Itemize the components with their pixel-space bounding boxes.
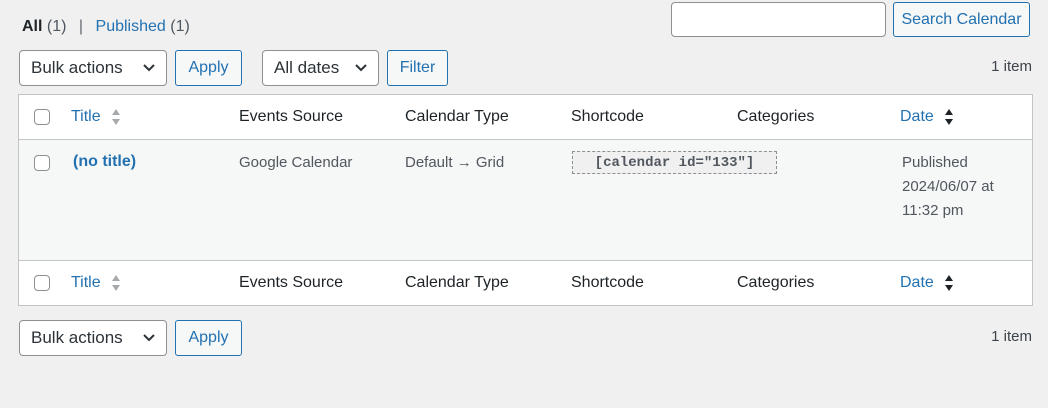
chevron-down-icon bbox=[355, 64, 367, 72]
date-value: 2024/06/07 at bbox=[902, 178, 994, 195]
column-title-header[interactable]: Title bbox=[71, 108, 121, 126]
sort-icon bbox=[945, 109, 954, 125]
events-source-cell: Google Calendar bbox=[239, 154, 353, 171]
column-shortcode-footer: Shortcode bbox=[571, 274, 644, 291]
calendar-type-cell: Default → Grid bbox=[405, 154, 505, 171]
view-all-link[interactable]: All bbox=[22, 18, 42, 35]
column-date-header[interactable]: Date bbox=[900, 108, 954, 126]
column-categories-header: Categories bbox=[737, 108, 815, 125]
column-categories-footer: Categories bbox=[737, 274, 815, 291]
column-shortcode-header: Shortcode bbox=[571, 108, 644, 125]
chevron-down-icon bbox=[143, 64, 155, 72]
bulk-actions-select-bottom[interactable]: Bulk actions bbox=[19, 320, 167, 356]
column-events-source-footer: Events Source bbox=[239, 274, 344, 291]
row-checkbox[interactable] bbox=[34, 155, 50, 171]
apply-button-top[interactable]: Apply bbox=[175, 50, 242, 86]
view-separator: | bbox=[78, 18, 84, 35]
column-calendar-type-footer: Calendar Type bbox=[405, 274, 509, 291]
apply-button-bottom[interactable]: Apply bbox=[175, 320, 242, 356]
shortcode-code[interactable]: [calendar id="133"] bbox=[572, 151, 777, 174]
column-events-source-header: Events Source bbox=[239, 108, 344, 125]
date-cell: Published 2024/06/07 at 11:32 pm bbox=[902, 151, 994, 223]
bulk-actions-label: Bulk actions bbox=[31, 328, 123, 347]
table-row: (no title) Google Calendar Default → Gri… bbox=[19, 140, 1032, 260]
column-calendar-type-header: Calendar Type bbox=[405, 108, 509, 125]
status-filter-links: All (1) | Published (1) bbox=[22, 18, 190, 36]
items-count-top: 1 item bbox=[991, 58, 1032, 75]
column-title-footer[interactable]: Title bbox=[71, 274, 121, 292]
bulk-actions-label: Bulk actions bbox=[31, 58, 123, 77]
select-all-checkbox[interactable] bbox=[34, 109, 50, 125]
sort-icon bbox=[112, 275, 121, 291]
filter-button[interactable]: Filter bbox=[387, 50, 448, 86]
table-header-row: Title Events Source Calendar Type Shortc… bbox=[19, 95, 1032, 140]
chevron-down-icon bbox=[143, 334, 155, 342]
sort-icon bbox=[945, 275, 954, 291]
column-title-label: Title bbox=[71, 274, 101, 292]
date-filter-label: All dates bbox=[274, 58, 340, 77]
view-published-count: (1) bbox=[170, 18, 190, 35]
view-all-count: (1) bbox=[46, 18, 67, 35]
column-date-footer[interactable]: Date bbox=[900, 274, 954, 292]
view-published-link[interactable]: Published bbox=[96, 18, 166, 35]
date-status: Published bbox=[902, 154, 968, 171]
search-calendar-button[interactable]: Search Calendar bbox=[893, 2, 1030, 37]
sort-icon bbox=[112, 109, 121, 125]
calendar-list-table: Title Events Source Calendar Type Shortc… bbox=[18, 94, 1033, 306]
bulk-actions-select-top[interactable]: Bulk actions bbox=[19, 50, 167, 86]
column-title-label: Title bbox=[71, 108, 101, 126]
select-all-checkbox-footer[interactable] bbox=[34, 275, 50, 291]
search-input[interactable] bbox=[671, 2, 886, 37]
time-value: 11:32 pm bbox=[902, 202, 964, 219]
date-filter-select[interactable]: All dates bbox=[262, 50, 379, 86]
items-count-bottom: 1 item bbox=[991, 328, 1032, 345]
column-date-label: Date bbox=[900, 274, 934, 292]
table-footer-row: Title Events Source Calendar Type Shortc… bbox=[19, 260, 1032, 306]
calendar-title-link[interactable]: (no title) bbox=[73, 153, 136, 170]
column-date-label: Date bbox=[900, 108, 934, 126]
